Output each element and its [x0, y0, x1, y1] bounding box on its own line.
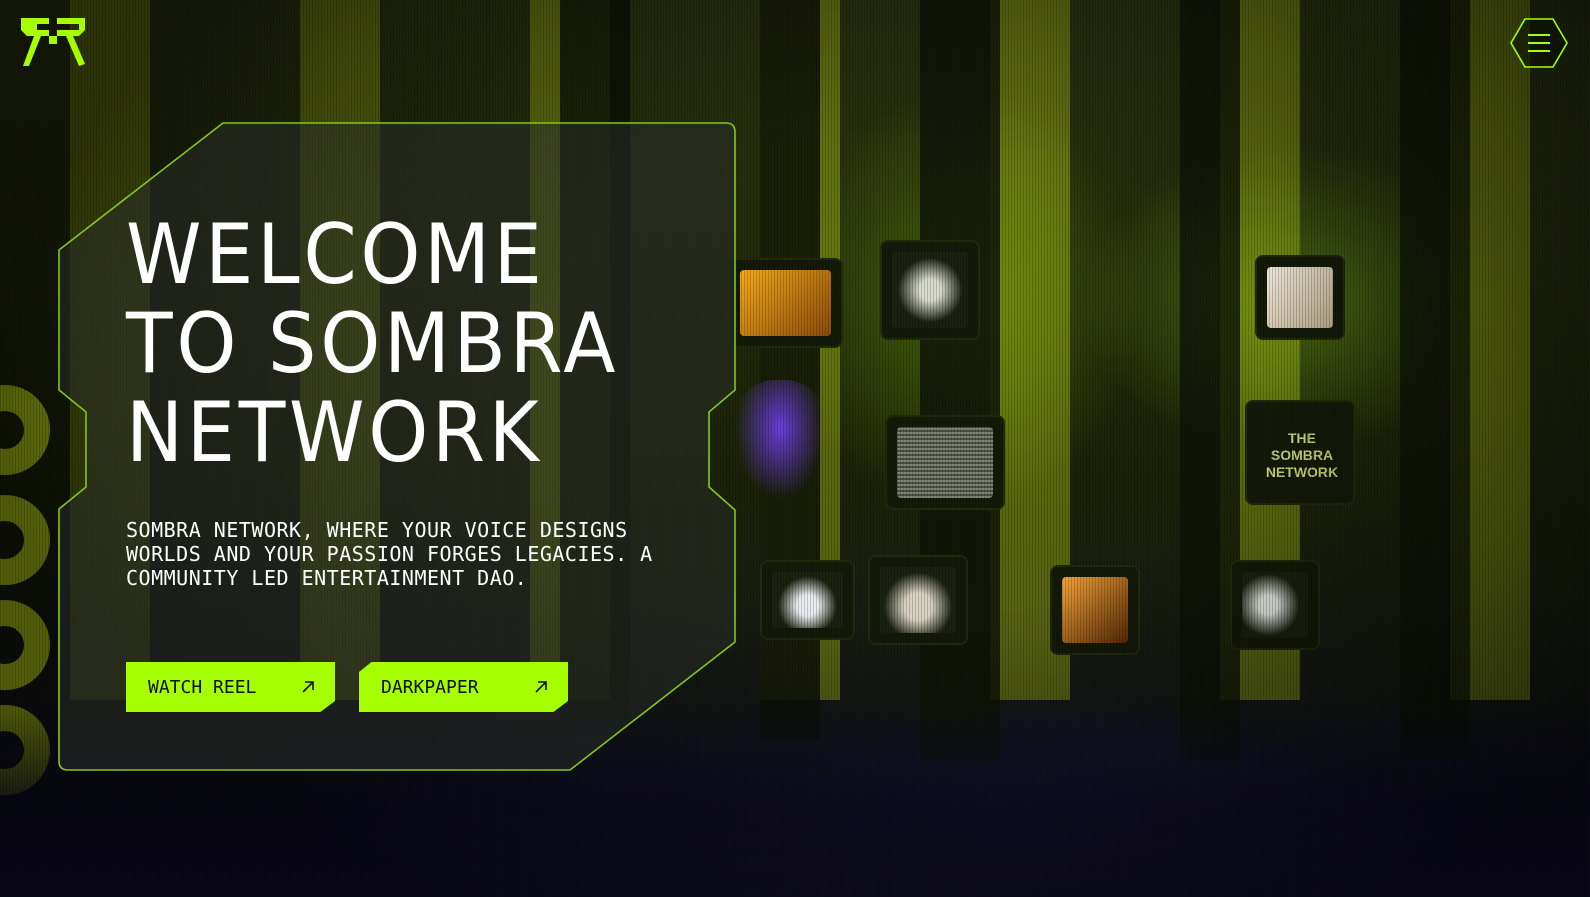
background-screen — [1230, 560, 1320, 650]
hero-title: WELCOME TO SOMBRA NETWORK — [126, 210, 619, 477]
background-screen — [880, 240, 980, 340]
background-screen — [728, 258, 843, 348]
background-screen — [868, 555, 968, 645]
arrow-up-right-icon — [534, 677, 548, 697]
background-screen-sign: THE SOMBRA NETWORK — [1245, 400, 1355, 505]
watch-reel-label: WATCH REEL — [148, 676, 257, 698]
menu-button[interactable] — [1510, 18, 1568, 68]
background-pillar — [920, 0, 1000, 760]
arrow-up-right-icon — [301, 677, 315, 697]
hero-title-line: TO SOMBRA — [126, 295, 620, 392]
screen-sign-line: SOMBRA — [1270, 447, 1334, 463]
hero-title-line: WELCOME — [126, 206, 546, 303]
background-screen — [1050, 565, 1140, 655]
background-screen — [760, 560, 855, 640]
hamburger-menu-icon — [1510, 18, 1568, 68]
watch-reel-button[interactable]: WATCH REEL — [126, 662, 335, 712]
sombra-logo-icon[interactable] — [19, 18, 87, 68]
screen-sign-line: NETWORK — [1265, 464, 1339, 480]
background-pillar — [1400, 0, 1470, 760]
hero-title-line: NETWORK — [126, 384, 543, 481]
darkpaper-button[interactable]: DARKPAPER — [359, 662, 568, 712]
background-screen — [1255, 255, 1345, 340]
background-screen — [885, 415, 1005, 510]
darkpaper-label: DARKPAPER — [381, 676, 479, 698]
hero-stage: THE SOMBRA NETWORK WELCOME TO SOMBRA NET… — [0, 0, 1590, 897]
screen-sign-line: THE — [1288, 430, 1316, 446]
hero-description: SOMBRA NETWORK, WHERE YOUR VOICE DESIGNS… — [126, 518, 653, 590]
background-figure-glow — [735, 380, 825, 500]
